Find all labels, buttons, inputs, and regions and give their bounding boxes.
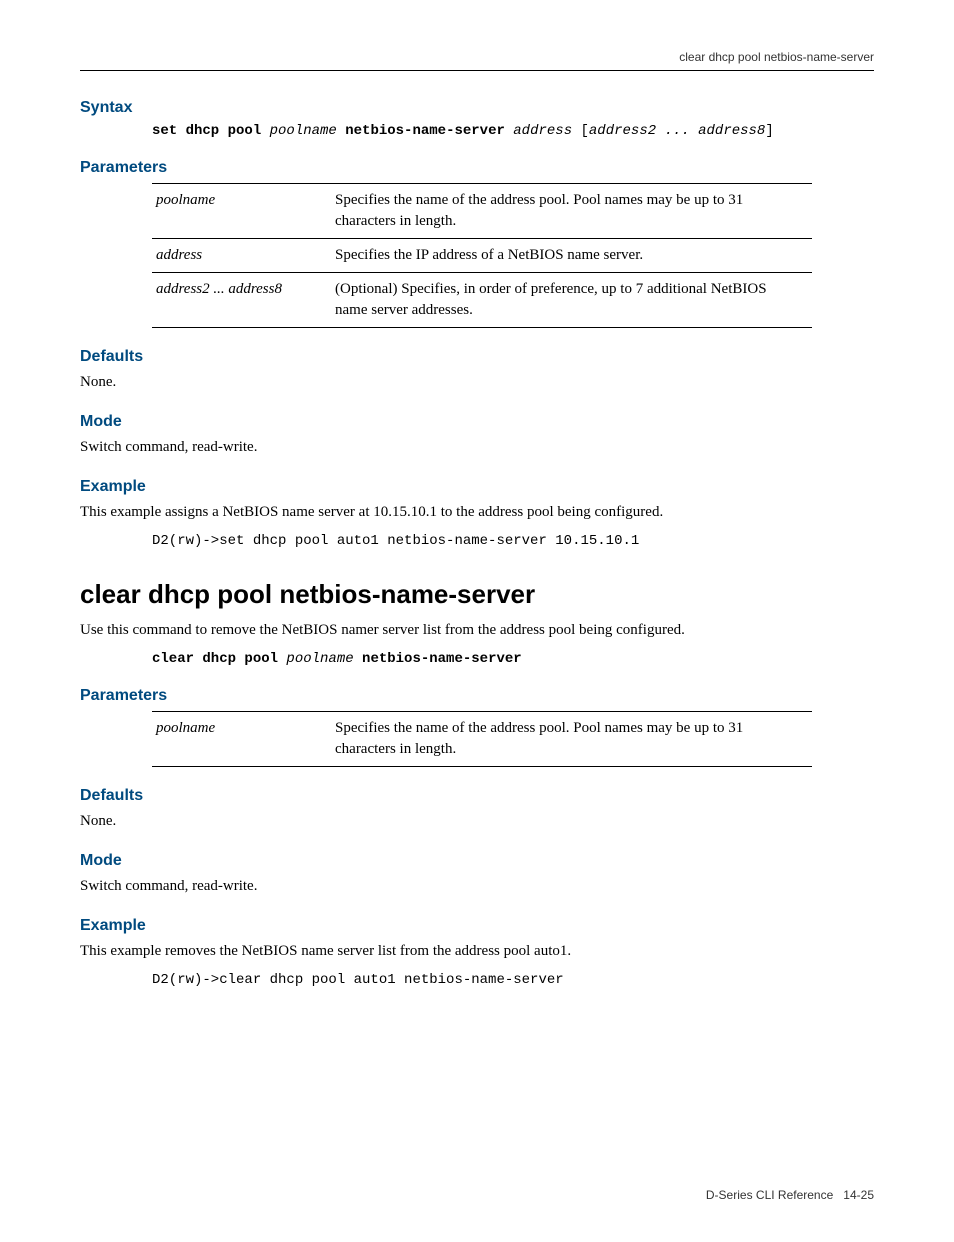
syntax-line: set dhcp pool poolname netbios-name-serv… [152, 123, 874, 139]
table-row: poolname Specifies the name of the addre… [152, 184, 812, 239]
param-desc: Specifies the name of the address pool. … [331, 184, 812, 239]
mode-heading-2: Mode [80, 852, 874, 870]
defaults-heading: Defaults [80, 348, 874, 366]
footer-page: 14-25 [843, 1188, 874, 1202]
footer-book: D-Series CLI Reference [706, 1188, 833, 1202]
page-footer: D-Series CLI Reference 14-25 [80, 1188, 874, 1202]
param-desc: (Optional) Specifies, in order of prefer… [331, 273, 812, 328]
syntax-arg-poolname: poolname [270, 123, 346, 139]
table-row: poolname Specifies the name of the addre… [152, 712, 812, 767]
parameters-heading-2: Parameters [80, 687, 874, 705]
syntax-heading: Syntax [80, 99, 874, 117]
defaults-heading-2: Defaults [80, 787, 874, 805]
parameters-table: poolname Specifies the name of the addre… [152, 183, 812, 328]
param-name: address [152, 239, 331, 273]
param-name: poolname [152, 184, 331, 239]
parameters-table-2: poolname Specifies the name of the addre… [152, 711, 812, 767]
example-text-2: This example removes the NetBIOS name se… [80, 941, 874, 962]
syntax-arg-address-range: address2 ... address8 [589, 123, 765, 139]
defaults-text-2: None. [80, 811, 874, 832]
table-row: address2 ... address8 (Optional) Specifi… [152, 273, 812, 328]
syntax-kw-1: set dhcp pool [152, 123, 270, 139]
page: clear dhcp pool netbios-name-server Synt… [0, 0, 954, 1242]
param-name: address2 ... address8 [152, 273, 331, 328]
parameters-heading: Parameters [80, 159, 874, 177]
example-code-2: D2(rw)->clear dhcp pool auto1 netbios-na… [152, 972, 874, 988]
syntax-line-2: clear dhcp pool poolname netbios-name-se… [152, 651, 874, 667]
mode-heading: Mode [80, 413, 874, 431]
param-desc: Specifies the IP address of a NetBIOS na… [331, 239, 812, 273]
param-name: poolname [152, 712, 331, 767]
running-header: clear dhcp pool netbios-name-server [80, 50, 874, 71]
syntax-bracket-open: [ [581, 123, 589, 139]
param-desc: Specifies the name of the address pool. … [331, 712, 812, 767]
example-heading: Example [80, 478, 874, 496]
mode-text-2: Switch command, read‐write. [80, 876, 874, 897]
syntax2-kw-1: clear dhcp pool [152, 651, 286, 667]
example-heading-2: Example [80, 917, 874, 935]
example-code: D2(rw)->set dhcp pool auto1 netbios-name… [152, 533, 874, 549]
command-intro: Use this command to remove the NetBIOS n… [80, 620, 874, 641]
syntax-bracket-close: ] [765, 123, 773, 139]
example-text: This example assigns a NetBIOS name serv… [80, 502, 874, 523]
command-title: clear dhcp pool netbios-name-server [80, 579, 874, 610]
syntax-kw-2: netbios-name-server [345, 123, 513, 139]
syntax2-arg-poolname: poolname [286, 651, 362, 667]
syntax2-kw-2: netbios-name-server [362, 651, 522, 667]
defaults-text: None. [80, 372, 874, 393]
table-row: address Specifies the IP address of a Ne… [152, 239, 812, 273]
syntax-arg-address: address [513, 123, 580, 139]
mode-text: Switch command, read‐write. [80, 437, 874, 458]
